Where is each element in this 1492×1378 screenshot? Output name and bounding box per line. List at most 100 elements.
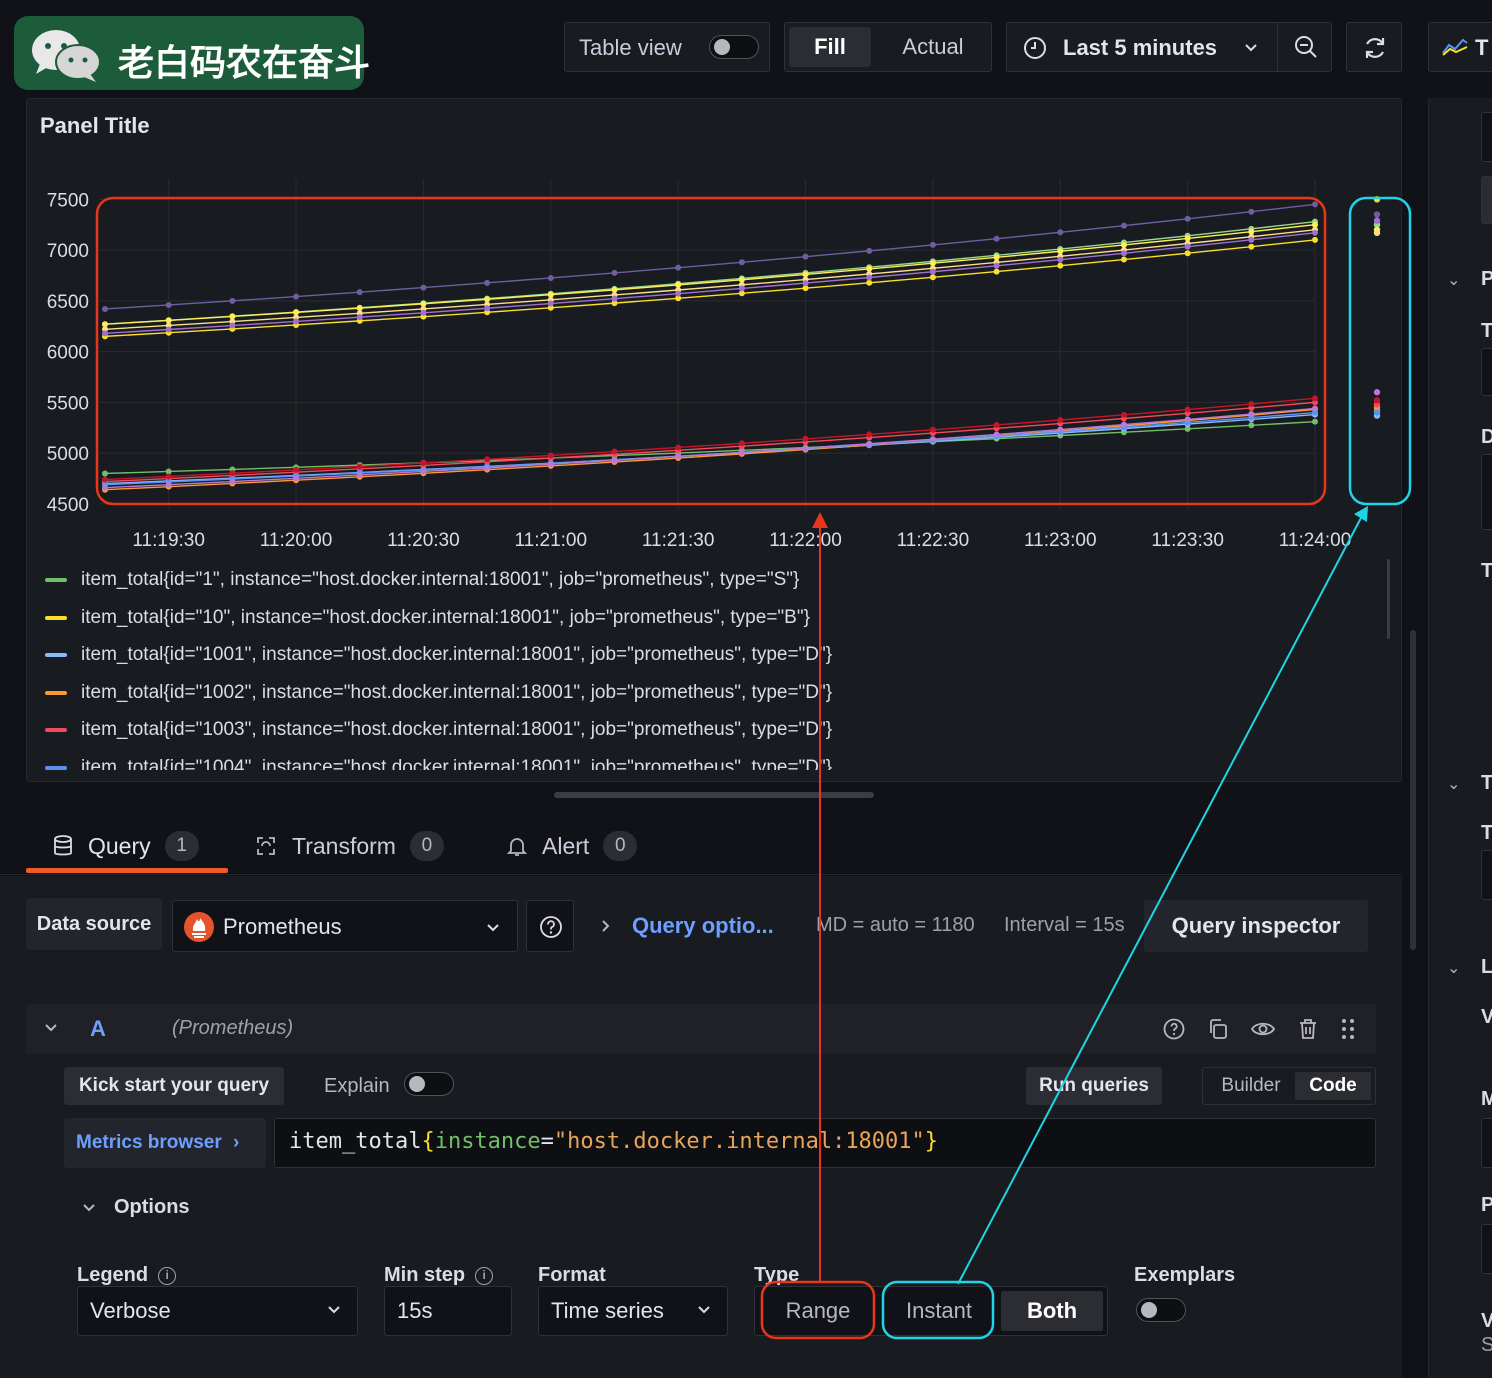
chevron-down-icon[interactable]: ⌄ <box>1447 270 1460 290</box>
duplicate-icon[interactable] <box>1206 1017 1230 1041</box>
explain-switch[interactable] <box>404 1072 454 1096</box>
kick-start-button[interactable]: Kick start your query <box>64 1067 284 1105</box>
metrics-browser-button[interactable]: Metrics browser › <box>64 1118 266 1168</box>
query-ref-id[interactable]: A <box>90 1016 106 1042</box>
data-point <box>929 436 936 443</box>
tab-transform[interactable]: Transform 0 <box>254 826 444 866</box>
datasource-help-button[interactable] <box>526 900 574 952</box>
legend-item[interactable]: item_total{id="1", instance="host.docker… <box>45 565 799 595</box>
code-mode-button[interactable]: Code <box>1295 1072 1371 1100</box>
options-group-heading[interactable]: T <box>1481 772 1492 795</box>
datasource-select[interactable]: Prometheus <box>172 900 518 952</box>
query-options-md: MD = auto = 1180 <box>816 914 975 936</box>
data-point <box>420 459 427 466</box>
legend-item[interactable]: item_total{id="1004", instance="host.doc… <box>45 753 832 770</box>
tab-query[interactable]: Query 1 <box>52 826 199 866</box>
visualization-picker[interactable]: T <box>1428 22 1492 72</box>
collapse-chevron-icon[interactable] <box>44 1022 58 1034</box>
table-view-label: Table view <box>579 35 682 60</box>
type-instant-button[interactable]: Instant <box>881 1291 997 1331</box>
data-point <box>1248 243 1255 250</box>
options-title[interactable]: Options <box>114 1196 190 1219</box>
promql-input[interactable]: item_total{instance="host.docker.interna… <box>274 1118 1376 1168</box>
table-view-toggle[interactable]: Table view <box>564 22 770 72</box>
actual-button[interactable]: Actual <box>877 27 989 67</box>
data-point <box>547 300 554 307</box>
options-field-textarea[interactable] <box>1481 454 1492 530</box>
info-icon[interactable]: i <box>158 1266 177 1285</box>
promql-open-brace: { <box>421 1129 435 1154</box>
type-both-button[interactable]: Both <box>1001 1291 1103 1331</box>
database-icon <box>54 835 72 856</box>
fill-button[interactable]: Fill <box>789 27 871 67</box>
data-point <box>102 305 108 312</box>
info-icon[interactable]: i <box>475 1266 494 1285</box>
options-field-input[interactable] <box>1481 348 1492 396</box>
query-inspector-button[interactable]: Query inspector <box>1144 900 1368 952</box>
x-tick-label: 11:23:00 <box>1024 530 1097 551</box>
builder-mode-button[interactable]: Builder <box>1207 1072 1295 1100</box>
chevron-down-icon[interactable]: ⌄ <box>1447 958 1460 978</box>
eye-icon[interactable] <box>1250 1017 1276 1041</box>
options-field-input[interactable] <box>1481 850 1492 900</box>
data-point <box>547 452 554 459</box>
format-select[interactable]: Time series <box>538 1286 728 1336</box>
time-series-viz-icon <box>1442 38 1468 56</box>
type-range-button[interactable]: Range <box>759 1291 877 1331</box>
legend-swatch <box>45 615 67 620</box>
data-point <box>165 301 172 308</box>
data-point <box>229 470 236 477</box>
legend-label: item_total{id="1002", instance="host.doc… <box>81 681 833 703</box>
options-field-input[interactable] <box>1481 1118 1492 1168</box>
options-group-heading[interactable]: L <box>1481 956 1492 979</box>
minstep-input[interactable]: 15s <box>384 1286 512 1336</box>
legend-item[interactable]: item_total{id="10", instance="host.docke… <box>45 603 810 633</box>
options-tab-toggle[interactable] <box>1481 176 1492 224</box>
data-point <box>802 253 809 260</box>
legend-item[interactable]: item_total{id="1003", instance="host.doc… <box>45 715 832 745</box>
legend-select[interactable]: Verbose <box>77 1286 358 1336</box>
legend-scrollbar[interactable] <box>1387 559 1390 639</box>
drag-handle-icon[interactable] <box>1338 1017 1358 1041</box>
query-help-icon[interactable] <box>1162 1017 1186 1041</box>
options-search-input[interactable] <box>1481 112 1492 162</box>
legend-option-label: Legend i <box>77 1264 177 1287</box>
time-range-picker[interactable]: Last 5 minutes <box>1006 22 1332 72</box>
data-point <box>165 473 172 480</box>
explain-label: Explain <box>324 1075 390 1097</box>
query-options-toggle[interactable]: Query optio... MD = auto = 1180 Interval… <box>582 900 1136 952</box>
data-point <box>929 241 936 248</box>
legend-item[interactable]: item_total{id="1002", instance="host.doc… <box>45 678 832 708</box>
transform-icon <box>257 837 275 855</box>
data-point <box>866 279 873 286</box>
chevron-down-icon[interactable]: ⌄ <box>1447 774 1460 794</box>
data-point <box>738 285 745 292</box>
tab-alert[interactable]: Alert 0 <box>506 826 638 866</box>
main-scrollbar[interactable] <box>1410 630 1416 950</box>
trash-icon[interactable] <box>1296 1017 1320 1041</box>
bell-icon <box>506 838 528 856</box>
legend-label: item_total{id="1", instance="host.docker… <box>81 569 800 590</box>
options-field-input[interactable] <box>1481 1224 1492 1274</box>
refresh-button[interactable] <box>1346 22 1402 72</box>
type-label-text: Type <box>754 1264 800 1286</box>
time-series-chart[interactable]: 7500 7000 6500 6000 5500 5000 4500 11:19:30 11:2… <box>27 159 1397 569</box>
exemplars-switch[interactable] <box>1136 1298 1186 1322</box>
chevron-down-icon[interactable] <box>82 1202 96 1214</box>
wechat-watermark: 老白码农在奋斗 <box>14 16 370 90</box>
data-point <box>484 305 491 312</box>
panel-resize-handle[interactable] <box>554 792 874 798</box>
data-point <box>1248 422 1255 429</box>
data-point <box>102 330 108 337</box>
metrics-browser-label: Metrics browser <box>76 1132 222 1153</box>
legend-item[interactable]: item_total{id="1001", instance="host.doc… <box>45 640 832 670</box>
zoom-out-button[interactable] <box>1277 23 1333 71</box>
run-queries-button[interactable]: Run queries <box>1026 1067 1162 1105</box>
data-point <box>547 274 554 281</box>
series-line <box>104 408 1316 491</box>
table-view-switch[interactable] <box>709 35 759 59</box>
type-option-label: Type <box>754 1264 799 1287</box>
format-select-value: Time series <box>551 1298 664 1323</box>
options-group-heading[interactable]: P <box>1481 268 1492 291</box>
fill-actual-group: Fill Actual <box>784 22 992 72</box>
